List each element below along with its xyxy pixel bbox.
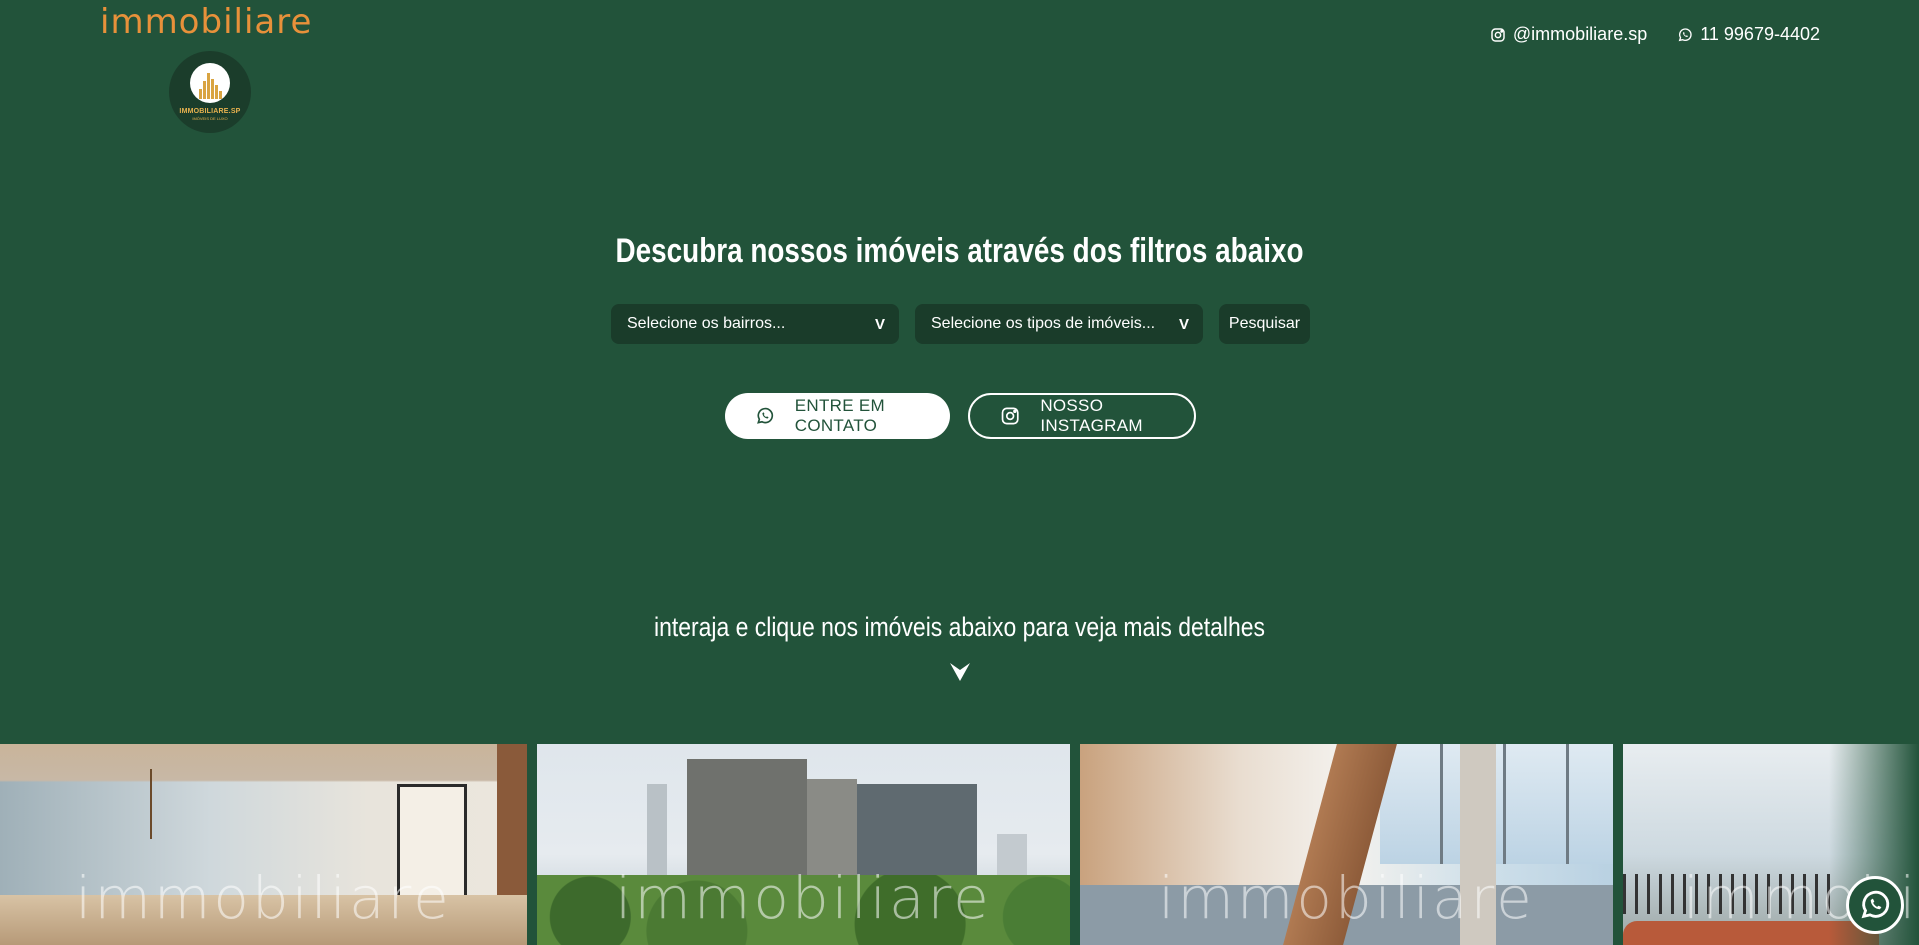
listing-card[interactable]: immobiliare	[537, 744, 1070, 945]
header-contacts: @immobiliare.sp 11 99679-4402	[1490, 24, 1820, 45]
instagram-button[interactable]: NOSSO INSTAGRAM	[968, 393, 1196, 439]
bairros-select[interactable]: Selecione os bairros... V	[611, 304, 899, 344]
search-button[interactable]: Pesquisar	[1219, 304, 1310, 344]
logo-badge[interactable]: IMMOBILIARE.SP IMÓVEIS DE LUXO	[169, 51, 251, 133]
filter-bar: Selecione os bairros... V Selecione os t…	[611, 304, 1310, 344]
contact-label: ENTRE EM CONTATO	[794, 396, 885, 435]
listing-watermark: immobiliare	[75, 864, 452, 932]
logo-emblem	[190, 63, 230, 103]
listing-watermark: immobiliare	[615, 864, 992, 932]
listings-gallery: immobiliare immobiliare immobiliare immo…	[0, 744, 1919, 945]
tipos-select[interactable]: Selecione os tipos de imóveis... V	[915, 304, 1203, 344]
whatsapp-icon	[757, 407, 774, 424]
header-phone-link[interactable]: 11 99679-4402	[1677, 24, 1820, 45]
instagram-icon	[1491, 27, 1505, 42]
contact-button[interactable]: ENTRE EM CONTATO	[725, 393, 950, 439]
phone-number: 11 99679-4402	[1700, 24, 1820, 44]
chevron-down-icon: V	[1178, 315, 1189, 333]
tipos-placeholder: Selecione os tipos de imóveis...	[931, 315, 1156, 332]
instagram-icon	[1001, 407, 1019, 425]
whatsapp-floating-button[interactable]	[1846, 876, 1904, 934]
brand-wordmark[interactable]: immobiliare	[100, 2, 312, 42]
listing-card[interactable]: immobiliare	[1080, 744, 1613, 945]
listing-card[interactable]: immobiliare	[0, 744, 527, 945]
hero-headline: Descubra nossos imóveis através dos filt…	[615, 232, 1304, 270]
chevron-down-icon: V	[874, 315, 885, 333]
whatsapp-icon	[1678, 27, 1692, 41]
listings-subheading: interaja e clique nos imóveis abaixo par…	[653, 612, 1266, 642]
cta-row: ENTRE EM CONTATO NOSSO INSTAGRAM	[725, 393, 1196, 439]
bairros-placeholder: Selecione os bairros...	[627, 315, 786, 332]
whatsapp-icon	[1861, 890, 1890, 919]
logo-subtext: IMÓVEIS DE LUXO	[192, 116, 228, 121]
header-instagram-link[interactable]: @immobiliare.sp	[1490, 24, 1647, 45]
arrow-down-icon	[950, 663, 970, 681]
instagram-label: NOSSO INSTAGRAM	[1040, 396, 1143, 435]
listing-watermark: immobiliare	[1158, 864, 1535, 932]
instagram-handle: @immobiliare.sp	[1512, 24, 1648, 44]
logo-name: IMMOBILIARE.SP	[179, 108, 241, 115]
